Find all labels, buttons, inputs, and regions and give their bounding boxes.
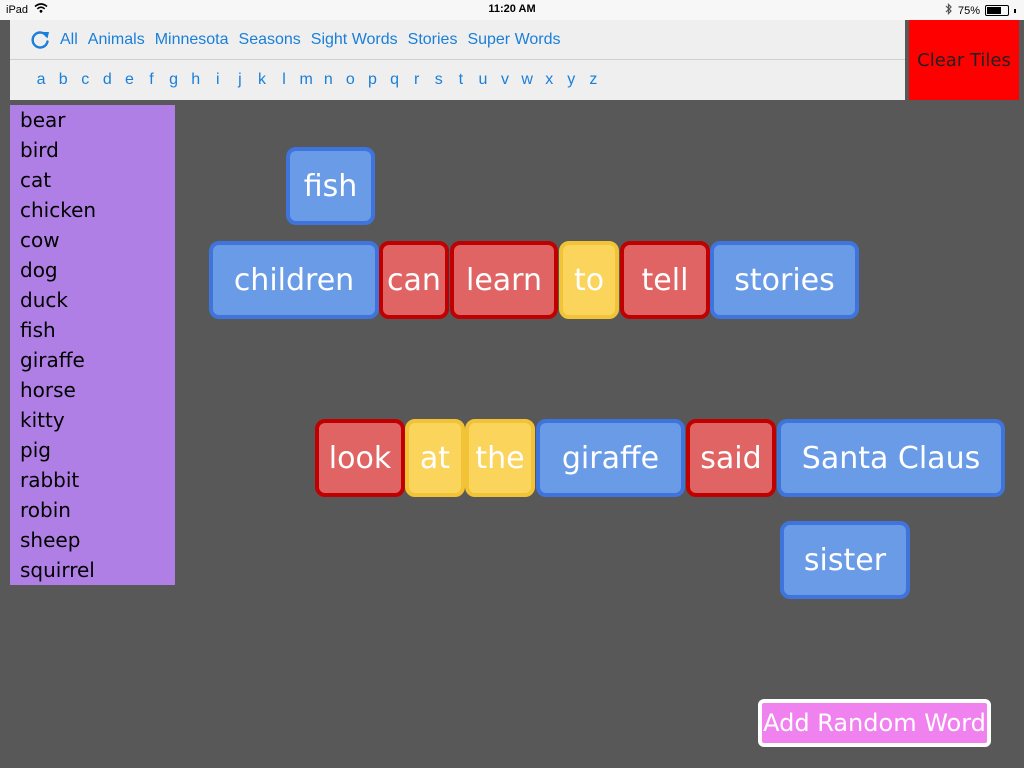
letter-c[interactable]: c xyxy=(74,71,96,89)
category-super-words[interactable]: Super Words xyxy=(467,31,560,49)
letter-j[interactable]: j xyxy=(229,71,251,89)
letter-o[interactable]: o xyxy=(339,71,361,89)
letter-a[interactable]: a xyxy=(30,71,52,89)
word-tile[interactable]: children xyxy=(209,241,379,319)
battery-percent: 75% xyxy=(957,4,980,17)
word-list-item[interactable]: horse xyxy=(10,375,175,405)
word-tile[interactable]: sister xyxy=(780,521,910,599)
letter-q[interactable]: q xyxy=(384,71,406,89)
word-list-item[interactable]: rabbit xyxy=(10,465,175,495)
word-list-item[interactable]: sheep xyxy=(10,525,175,555)
battery-tip xyxy=(1014,8,1016,13)
word-tile[interactable]: giraffe xyxy=(536,419,685,497)
letter-i[interactable]: i xyxy=(207,71,229,89)
letter-t[interactable]: t xyxy=(450,71,472,89)
word-list-item[interactable]: duck xyxy=(10,285,175,315)
letter-w[interactable]: w xyxy=(516,71,538,89)
letter-f[interactable]: f xyxy=(140,71,162,89)
letter-k[interactable]: k xyxy=(251,71,273,89)
word-list-item[interactable]: giraffe xyxy=(10,345,175,375)
word-list-item[interactable]: chicken xyxy=(10,195,175,225)
letter-n[interactable]: n xyxy=(317,71,339,89)
refresh-icon[interactable] xyxy=(28,28,52,52)
category-animals[interactable]: Animals xyxy=(88,31,145,49)
word-list-item[interactable]: cat xyxy=(10,165,175,195)
word-tile[interactable]: look xyxy=(315,419,405,497)
status-right: 75% xyxy=(945,3,1016,18)
status-bar: iPad 11:20 AM 75% xyxy=(0,0,1024,20)
word-tile[interactable]: the xyxy=(465,419,535,497)
status-time: 11:20 AM xyxy=(488,3,536,15)
battery-icon xyxy=(985,5,1009,16)
category-list: All Animals Minnesota Seasons Sight Words Sto… xyxy=(60,31,571,49)
category-all[interactable]: All xyxy=(60,31,78,49)
word-list-item[interactable]: bird xyxy=(10,135,175,165)
word-list-item[interactable]: bear xyxy=(10,105,175,135)
word-list-item[interactable]: squirrel xyxy=(10,555,175,585)
top-bar: All Animals Minnesota Seasons Sight Words Sto… xyxy=(10,20,905,100)
letter-r[interactable]: r xyxy=(406,71,428,89)
category-sight-words[interactable]: Sight Words xyxy=(311,31,398,49)
letter-g[interactable]: g xyxy=(163,71,185,89)
word-list-item[interactable]: kitty xyxy=(10,405,175,435)
category-stories[interactable]: Stories xyxy=(408,31,458,49)
word-list-item[interactable]: pig xyxy=(10,435,175,465)
word-list-item[interactable]: robin xyxy=(10,495,175,525)
word-tile[interactable]: to xyxy=(559,241,619,319)
letter-u[interactable]: u xyxy=(472,71,494,89)
word-tile[interactable]: stories xyxy=(710,241,859,319)
word-tile[interactable]: Santa Claus xyxy=(777,419,1005,497)
word-tile[interactable]: said xyxy=(686,419,776,497)
word-list-item[interactable]: dog xyxy=(10,255,175,285)
category-seasons[interactable]: Seasons xyxy=(239,31,301,49)
word-tile[interactable]: can xyxy=(379,241,449,319)
word-list-item[interactable]: fish xyxy=(10,315,175,345)
letter-l[interactable]: l xyxy=(273,71,295,89)
add-random-word-button[interactable]: Add Random Word xyxy=(758,699,991,747)
letter-h[interactable]: h xyxy=(185,71,207,89)
letter-z[interactable]: z xyxy=(582,71,604,89)
letter-s[interactable]: s xyxy=(428,71,450,89)
bluetooth-icon xyxy=(945,3,953,18)
category-minnesota[interactable]: Minnesota xyxy=(155,31,229,49)
letter-p[interactable]: p xyxy=(361,71,383,89)
letter-b[interactable]: b xyxy=(52,71,74,89)
alphabet-row: abcdefghijklmnopqrstuvwxyz xyxy=(10,60,905,100)
letter-v[interactable]: v xyxy=(494,71,516,89)
letter-x[interactable]: x xyxy=(538,71,560,89)
letter-e[interactable]: e xyxy=(118,71,140,89)
clear-tiles-button[interactable]: Clear Tiles xyxy=(909,20,1019,100)
battery-fill xyxy=(987,7,1001,14)
word-tile[interactable]: fish xyxy=(286,147,375,225)
word-list-item[interactable]: cow xyxy=(10,225,175,255)
word-tile[interactable]: tell xyxy=(620,241,710,319)
letter-d[interactable]: d xyxy=(96,71,118,89)
word-tile[interactable]: learn xyxy=(450,241,558,319)
letter-y[interactable]: y xyxy=(560,71,582,89)
word-tile[interactable]: at xyxy=(405,419,465,497)
letter-m[interactable]: m xyxy=(295,71,317,89)
category-row: All Animals Minnesota Seasons Sight Words Sto… xyxy=(10,20,905,60)
word-list: bear bird cat chicken cow dog duck fish giraffe h… xyxy=(10,105,175,585)
